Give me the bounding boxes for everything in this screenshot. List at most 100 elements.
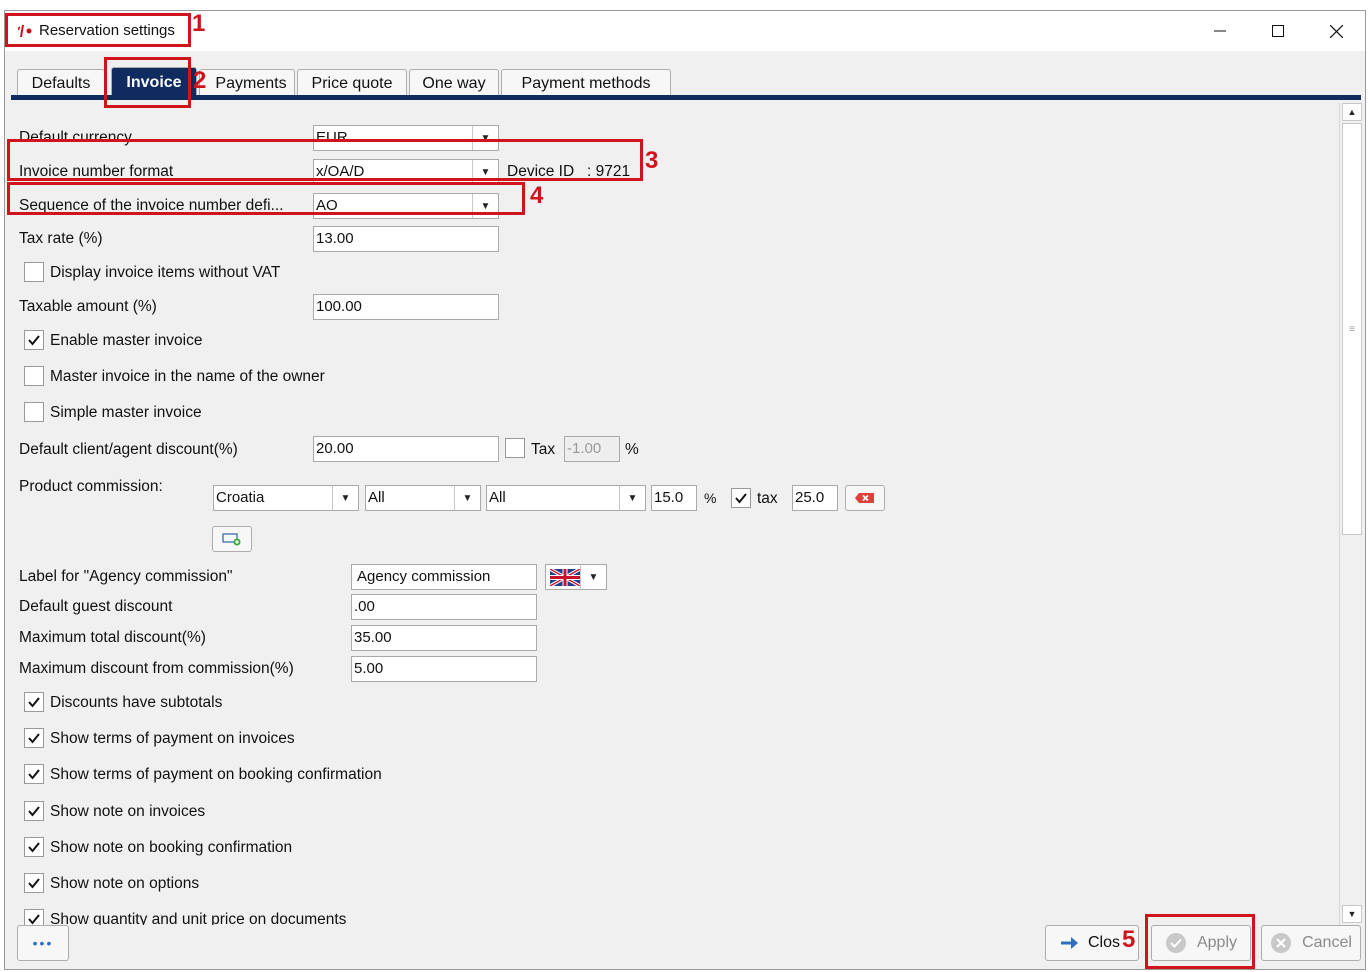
maximize-button[interactable] <box>1255 15 1301 47</box>
terms-on-invoices-checkbox[interactable] <box>24 728 44 748</box>
sequence-select[interactable]: AO ▼ <box>313 193 499 219</box>
product-commission-label: Product commission: <box>19 478 163 495</box>
title-bar: Reservation settings <box>5 11 1365 51</box>
max-discount-commission-label: Maximum discount from commission(%) <box>19 660 294 677</box>
tab-one-way[interactable]: One way <box>409 69 499 97</box>
client-discount-tax-label: Tax <box>531 441 556 458</box>
tab-payment-methods[interactable]: Payment methods <box>501 69 671 97</box>
commission-filter2-select[interactable]: All ▼ <box>486 485 646 511</box>
note-on-confirmation-checkbox[interactable] <box>24 837 44 857</box>
quantity-unit-price-checkbox[interactable] <box>24 909 44 925</box>
master-invoice-owner-checkbox[interactable] <box>24 366 44 386</box>
annotation-number-5: 5 <box>1122 926 1136 953</box>
chevron-down-icon[interactable]: ▼ <box>472 126 498 150</box>
remove-commission-button[interactable] <box>845 485 885 511</box>
invoice-number-format-select[interactable]: x/OA/D ▼ <box>313 159 499 185</box>
terms-on-confirmation-label: Show terms of payment on booking confirm… <box>50 766 382 783</box>
add-row-icon <box>222 533 241 546</box>
default-client-discount-input[interactable]: 20.00 <box>313 436 499 462</box>
minimize-button[interactable] <box>1197 15 1243 47</box>
chevron-down-icon[interactable]: ▼ <box>472 160 498 184</box>
note-on-invoices-checkbox[interactable] <box>24 801 44 821</box>
vertical-scrollbar[interactable]: ▲ ≡ ▼ <box>1339 103 1363 925</box>
invoice-settings-panel: Default currency EUR ▼ Invoice number fo… <box>5 101 1339 925</box>
default-currency-select[interactable]: EUR ▼ <box>313 125 499 151</box>
enable-master-invoice-checkbox[interactable] <box>24 330 44 350</box>
annotation-number-3: 3 <box>645 147 659 174</box>
taxable-amount-input[interactable]: 100.00 <box>313 294 499 320</box>
checkmark-icon <box>28 335 40 346</box>
more-options-button[interactable]: ••• <box>17 925 69 961</box>
scrollbar-thumb[interactable]: ≡ <box>1342 123 1362 535</box>
checkmark-icon <box>735 493 747 504</box>
annotation-number-1: 1 <box>192 10 206 37</box>
tab-payments[interactable]: Payments <box>199 69 295 97</box>
max-discount-commission-input[interactable]: 5.00 <box>351 656 537 682</box>
simple-master-invoice-label: Simple master invoice <box>50 404 202 421</box>
cancel-circle-icon <box>1271 933 1292 953</box>
minimize-icon <box>1214 30 1226 32</box>
invoice-number-format-value: x/OA/D <box>316 163 365 180</box>
checkmark-icon <box>28 842 40 853</box>
discounts-subtotals-label: Discounts have subtotals <box>50 694 223 711</box>
tab-defaults[interactable]: Defaults <box>17 69 105 97</box>
language-select[interactable]: ▼ <box>545 564 607 590</box>
terms-on-confirmation-checkbox[interactable] <box>24 764 44 784</box>
close-button-label: Clos <box>1088 934 1121 951</box>
tax-rate-input[interactable]: 13.00 <box>313 226 499 252</box>
client-discount-tax-checkbox[interactable] <box>505 438 525 458</box>
cancel-button[interactable]: Cancel <box>1261 925 1361 961</box>
agency-commission-label-input[interactable]: Agency commission <box>351 564 537 590</box>
commission-tax-input[interactable]: 25.0 <box>792 485 838 511</box>
chevron-down-icon[interactable]: ▼ <box>580 565 606 589</box>
tab-underline <box>11 95 1361 100</box>
close-window-button[interactable] <box>1313 15 1359 47</box>
agency-commission-label-label: Label for "Agency commission" <box>19 568 233 585</box>
annotation-number-4: 4 <box>530 182 544 209</box>
chevron-down-icon[interactable]: ▼ <box>619 486 645 510</box>
quantity-unit-price-label: Show quantity and unit price on document… <box>50 911 347 925</box>
app-logo-icon <box>17 25 32 37</box>
chevron-down-icon[interactable]: ▼ <box>454 486 480 510</box>
scroll-down-button[interactable]: ▼ <box>1342 905 1362 923</box>
default-guest-discount-input[interactable]: .00 <box>351 594 537 620</box>
delete-icon <box>855 493 874 503</box>
commission-tax-checkbox[interactable] <box>731 488 751 508</box>
arrow-right-icon <box>1061 937 1078 949</box>
commission-rate-input[interactable]: 15.0 <box>651 485 697 511</box>
max-total-discount-label: Maximum total discount(%) <box>19 629 206 646</box>
max-total-discount-input[interactable]: 35.00 <box>351 625 537 651</box>
note-on-options-checkbox[interactable] <box>24 873 44 893</box>
sequence-value: AO <box>316 197 338 214</box>
maximize-icon <box>1272 25 1284 37</box>
device-id-value: : 9721 <box>587 163 631 180</box>
tab-price-quote[interactable]: Price quote <box>297 69 407 97</box>
note-on-options-label: Show note on options <box>50 875 200 892</box>
note-on-confirmation-label: Show note on booking confirmation <box>50 839 293 856</box>
checkmark-icon <box>28 769 40 780</box>
chevron-down-icon[interactable]: ▼ <box>472 194 498 218</box>
checkmark-icon <box>28 697 40 708</box>
discounts-subtotals-checkbox[interactable] <box>24 692 44 712</box>
apply-button-label: Apply <box>1196 934 1238 951</box>
scroll-up-button[interactable]: ▲ <box>1342 103 1362 121</box>
check-circle-icon <box>1165 933 1186 953</box>
device-id-label: Device ID <box>507 163 575 180</box>
tax-rate-label: Tax rate (%) <box>19 230 103 247</box>
close-icon <box>1329 24 1343 38</box>
chevron-down-icon[interactable]: ▼ <box>332 486 358 510</box>
simple-master-invoice-checkbox[interactable] <box>24 402 44 422</box>
tab-invoice[interactable]: Invoice <box>111 67 197 97</box>
commission-filter1-select[interactable]: All ▼ <box>365 485 481 511</box>
default-guest-discount-label: Default guest discount <box>19 598 173 615</box>
display-without-vat-checkbox[interactable] <box>24 262 44 282</box>
client-discount-tax-input[interactable]: -1.00 <box>564 436 620 462</box>
default-currency-value: EUR <box>316 129 348 146</box>
commission-country-select[interactable]: Croatia ▼ <box>213 485 359 511</box>
apply-button[interactable]: Apply <box>1151 925 1251 961</box>
cancel-button-label: Cancel <box>1302 934 1352 951</box>
terms-on-invoices-label: Show terms of payment on invoices <box>50 730 295 747</box>
invoice-number-format-label: Invoice number format <box>19 163 174 180</box>
note-on-invoices-label: Show note on invoices <box>50 803 206 820</box>
add-commission-button[interactable] <box>212 526 252 552</box>
